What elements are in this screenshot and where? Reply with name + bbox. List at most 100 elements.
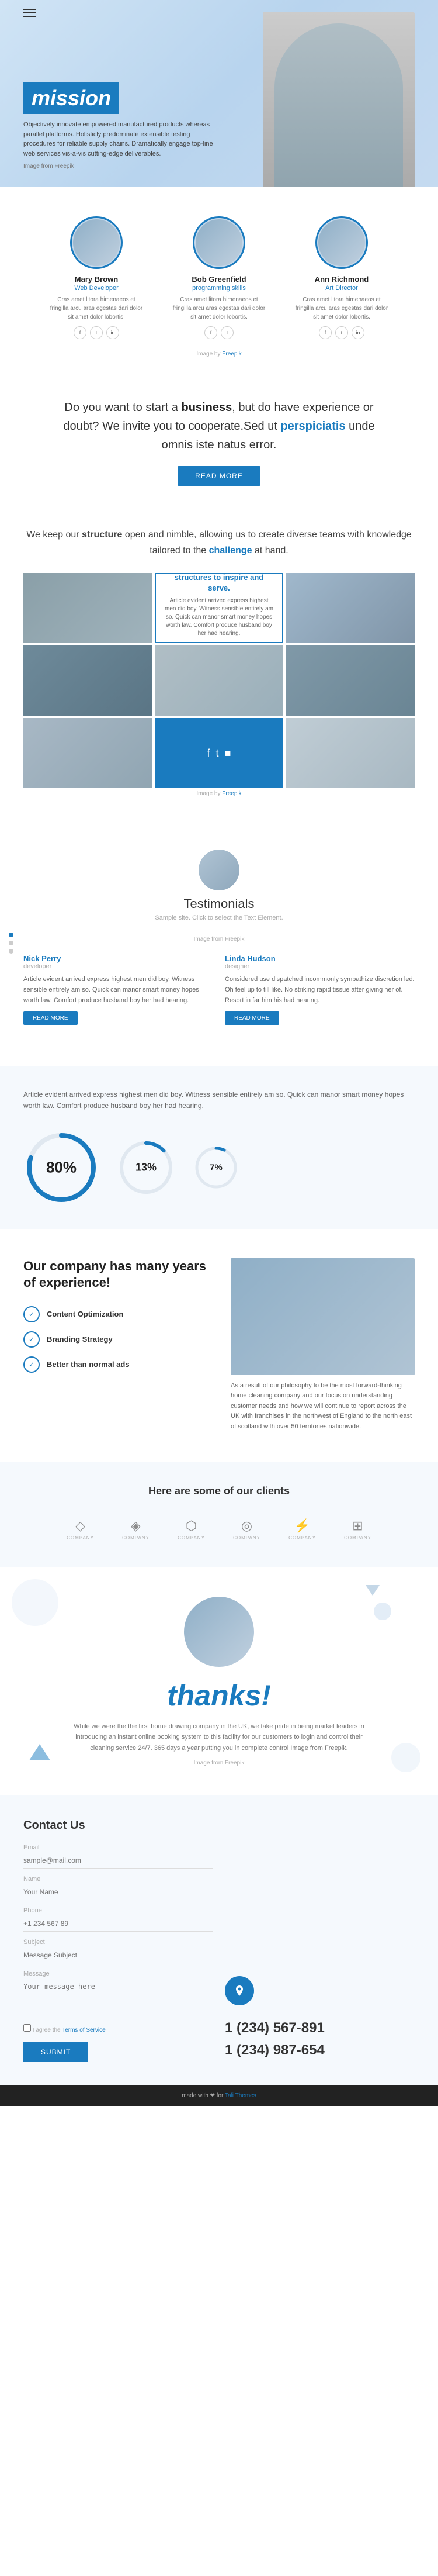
- mosaic-item-4: [23, 645, 152, 716]
- mosaic-item-5: [155, 645, 284, 716]
- client-logo-2: ◈ COMPANY: [116, 1515, 157, 1544]
- arrow-dot-1[interactable]: [9, 933, 13, 937]
- social-instagram-1[interactable]: in: [106, 326, 119, 339]
- testimonial-2: Linda Hudson designer Considered use dis…: [225, 954, 415, 1025]
- social-facebook-1[interactable]: f: [74, 326, 86, 339]
- stat-value-2: 13%: [135, 1161, 157, 1173]
- subject-input[interactable]: [23, 1947, 213, 1963]
- arrow-dot-3[interactable]: [9, 949, 13, 954]
- team-role-3: Art Director: [295, 285, 388, 292]
- mosaic-image-9: [286, 718, 415, 788]
- social-instagram-3[interactable]: in: [352, 326, 364, 339]
- client-logo-shape-2: ◈: [131, 1518, 141, 1534]
- email-input[interactable]: [23, 1853, 213, 1869]
- testimonial-name-1: Nick Perry: [23, 954, 213, 963]
- experience-text: As a result of our philosophy to be the …: [231, 1381, 415, 1432]
- testimonial-read-more-1[interactable]: read more: [23, 1011, 78, 1025]
- testimonials-avatar: [199, 850, 239, 890]
- thanks-section: thanks! While we were the the first home…: [0, 1567, 438, 1795]
- client-logo-3: ⬡ COMPANY: [171, 1515, 212, 1544]
- cta-read-more-button[interactable]: READ MORE: [178, 466, 260, 486]
- experience-left: Our company has many years of experience…: [23, 1258, 207, 1382]
- client-logo-text-1: COMPANY: [67, 1535, 94, 1541]
- client-logo-6: ⊞ COMPANY: [338, 1515, 378, 1544]
- cta-section: Do you want to start a business, but do …: [0, 375, 438, 509]
- hero-person-image: [263, 12, 415, 187]
- experience-person-image: [231, 1258, 415, 1375]
- team-section: Mary Brown Web Developer Cras amet litor…: [0, 187, 438, 375]
- structure-intro: We keep our structure open and nimble, a…: [0, 509, 438, 558]
- mosaic-twitter-icon[interactable]: t: [216, 747, 219, 759]
- testimonials-subtitle: Sample site. Click to select the Text El…: [23, 914, 415, 921]
- social-twitter-2[interactable]: t: [221, 326, 234, 339]
- team-desc-2: Cras amet litora himenaeos et fringilla …: [172, 295, 266, 322]
- deco-tri-2: [366, 1585, 380, 1596]
- client-logo-text-6: COMPANY: [344, 1535, 371, 1541]
- name-input[interactable]: [23, 1884, 213, 1900]
- testimonials-arrows: [9, 933, 13, 954]
- arrow-dot-2[interactable]: [9, 941, 13, 945]
- email-group: Email: [23, 1844, 213, 1869]
- client-logo-shape-3: ⬡: [186, 1518, 197, 1534]
- team-name-3: Ann Richmond: [295, 275, 388, 284]
- social-facebook-3[interactable]: f: [319, 326, 332, 339]
- phone-input[interactable]: [23, 1916, 213, 1932]
- stat-value-1: 80%: [46, 1158, 77, 1176]
- team-avatar-3: [315, 216, 368, 269]
- team-social-3: f t in: [295, 326, 388, 339]
- feature-3: ✓ Better than normal ads: [23, 1356, 207, 1373]
- phone-number-2: 1 (234) 987-654: [225, 2039, 415, 2062]
- avatar-image-3: [318, 219, 365, 266]
- team-member-2: Bob Greenfield programming skills Cras a…: [172, 216, 266, 339]
- freepik-link-structure[interactable]: Freepik: [222, 790, 241, 797]
- mosaic-instagram-icon[interactable]: ■: [225, 747, 231, 759]
- avatar-image-1: [73, 219, 120, 266]
- client-logo-text-2: COMPANY: [122, 1535, 150, 1541]
- clients-section: Here are some of our clients ◇ COMPANY ◈…: [0, 1462, 438, 1567]
- testimonials-title: Testimonials: [23, 896, 415, 911]
- freepik-link-team[interactable]: Freepik: [222, 351, 241, 357]
- footer-link[interactable]: Tali Themes: [225, 2092, 256, 2099]
- mosaic-facebook-icon[interactable]: f: [207, 747, 210, 759]
- avatar-image-2: [196, 219, 242, 266]
- message-group: Message: [23, 1970, 213, 2017]
- team-member-3: Ann Richmond Art Director Cras amet lito…: [295, 216, 388, 339]
- experience-section: Our company has many years of experience…: [0, 1229, 438, 1462]
- stat-value-3: 7%: [210, 1162, 223, 1172]
- terms-link[interactable]: Terms of Service: [62, 2027, 105, 2033]
- client-logo-text-3: COMPANY: [178, 1535, 205, 1541]
- testimonial-name-2: Linda Hudson: [225, 954, 415, 963]
- testimonial-read-more-2[interactable]: read more: [225, 1011, 279, 1025]
- mosaic-item-7: [23, 718, 152, 788]
- name-label: Name: [23, 1876, 213, 1883]
- structure-image-credit: Image by Freepik: [23, 790, 415, 797]
- footer: made with ❤ for Tali Themes: [0, 2085, 438, 2106]
- experience-title: Our company has many years of experience…: [23, 1258, 207, 1292]
- thanks-image-credit: Image from Freepik: [23, 1760, 415, 1766]
- mosaic-item-9: [286, 718, 415, 788]
- feature-check-2: ✓: [23, 1331, 40, 1348]
- contact-phones: 1 (234) 567-891 1 (234) 987-654: [225, 1844, 415, 2062]
- map-icon[interactable]: [225, 1976, 254, 2005]
- message-label: Message: [23, 1970, 213, 1977]
- submit-button[interactable]: SUBMIT: [23, 2042, 88, 2062]
- stat-circle-2: 13%: [117, 1138, 175, 1197]
- cta-text: Do you want to start a business, but do …: [47, 398, 391, 454]
- team-member-1: Mary Brown Web Developer Cras amet litor…: [50, 216, 143, 339]
- contact-grid: Email Name Phone Subject Message I a: [23, 1844, 415, 2062]
- stat-circle-3: 7%: [193, 1144, 239, 1191]
- social-twitter-1[interactable]: t: [90, 326, 103, 339]
- hamburger-menu[interactable]: [23, 9, 36, 17]
- feature-check-3: ✓: [23, 1356, 40, 1373]
- mosaic-blue-box: We create living, breathing structures t…: [155, 573, 284, 643]
- contact-title: Contact Us: [23, 1819, 415, 1832]
- terms-checkbox[interactable]: [23, 2024, 31, 2032]
- subject-label: Subject: [23, 1939, 213, 1946]
- mosaic-social-box: f t ■: [155, 718, 284, 788]
- social-facebook-2[interactable]: f: [204, 326, 217, 339]
- name-group: Name: [23, 1876, 213, 1900]
- message-textarea[interactable]: [23, 1979, 213, 2014]
- social-twitter-3[interactable]: t: [335, 326, 348, 339]
- client-logo-shape-6: ⊞: [352, 1518, 363, 1534]
- testimonials-image-credit: Image from Freepik: [23, 936, 415, 942]
